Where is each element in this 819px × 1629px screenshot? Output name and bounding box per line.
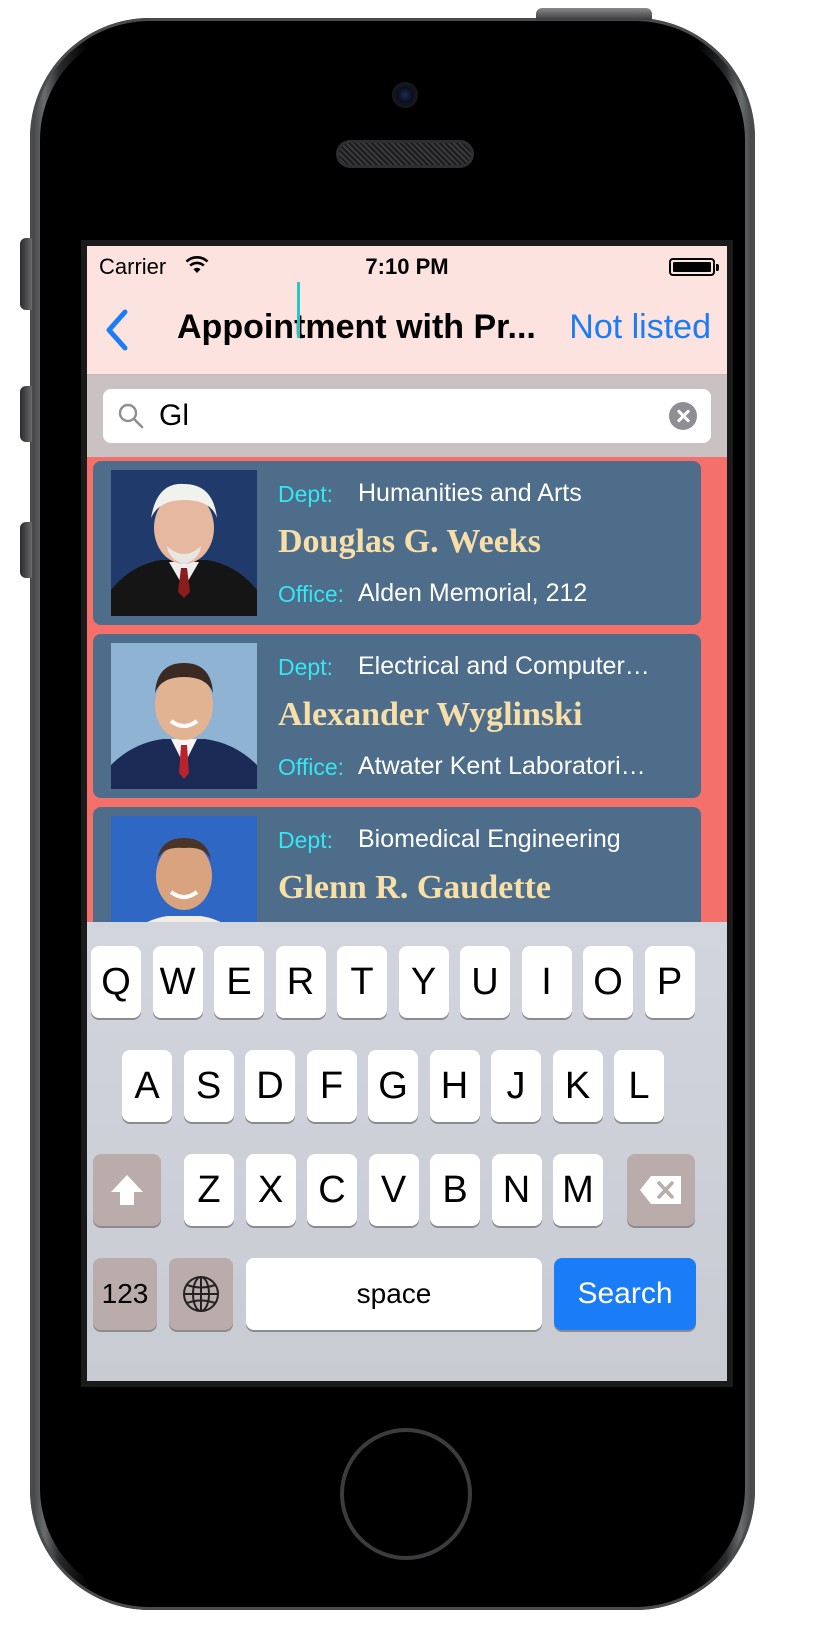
key-w[interactable]: W — [152, 946, 203, 1018]
dept-label: Dept: — [278, 481, 333, 507]
avatar — [111, 470, 257, 616]
key-k[interactable]: K — [552, 1050, 603, 1122]
status-bar: Carrier 7:10 PM — [87, 246, 727, 286]
home-button[interactable] — [340, 1428, 472, 1560]
dept-label: Dept: — [278, 654, 333, 680]
search-key[interactable]: Search — [554, 1258, 696, 1330]
mute-switch — [20, 238, 32, 310]
delete-key[interactable] — [627, 1154, 695, 1226]
numbers-key[interactable]: 123 — [93, 1258, 157, 1330]
power-button — [536, 8, 652, 20]
key-d[interactable]: D — [245, 1050, 295, 1122]
search-bar: Gl — [87, 375, 727, 457]
key-i[interactable]: I — [521, 946, 572, 1018]
navigation-bar: Appointment with Pr... Not listed — [87, 282, 727, 375]
key-e[interactable]: E — [214, 946, 264, 1018]
office-value: Alden Memorial, 212 — [358, 579, 588, 607]
professor-name: Glenn R. Gaudette — [278, 869, 551, 906]
key-r[interactable]: R — [275, 946, 326, 1018]
list-item[interactable]: Dept: Humanities and Arts Douglas G. Wee… — [93, 461, 701, 625]
page-title: Appointment with Pr... — [177, 308, 536, 346]
dept-value: Humanities and Arts — [358, 479, 582, 507]
screen: Carrier 7:10 PM Appointment with Pr... N… — [81, 240, 733, 1387]
list-item[interactable]: Dept: Electrical and Computer… Alexander… — [93, 634, 701, 798]
globe-icon — [183, 1276, 219, 1312]
professor-name: Alexander Wyglinski — [278, 696, 583, 733]
shift-icon — [111, 1175, 143, 1205]
speaker-grille — [336, 140, 474, 168]
back-chevron-icon[interactable] — [101, 308, 133, 352]
key-h[interactable]: H — [429, 1050, 480, 1122]
search-icon — [118, 403, 144, 429]
shift-key[interactable] — [93, 1154, 161, 1226]
key-v[interactable]: V — [368, 1154, 419, 1226]
search-query: Gl — [159, 399, 189, 432]
key-p[interactable]: P — [644, 946, 695, 1018]
key-c[interactable]: C — [307, 1154, 357, 1226]
key-y[interactable]: Y — [398, 946, 449, 1018]
search-input[interactable]: Gl — [103, 389, 711, 443]
text-cursor — [297, 282, 300, 338]
space-key[interactable]: space — [246, 1258, 542, 1330]
volume-down-button — [20, 522, 32, 578]
camera-icon — [392, 82, 418, 108]
key-b[interactable]: B — [430, 1154, 480, 1226]
office-label: Office: — [278, 581, 345, 607]
key-o[interactable]: O — [583, 946, 633, 1018]
globe-key[interactable] — [169, 1258, 233, 1330]
key-q[interactable]: Q — [91, 946, 141, 1018]
avatar — [111, 643, 257, 789]
key-l[interactable]: L — [614, 1050, 664, 1122]
backspace-icon — [640, 1176, 681, 1204]
key-x[interactable]: X — [245, 1154, 296, 1226]
professor-name: Douglas G. Weeks — [278, 523, 541, 560]
key-u[interactable]: U — [460, 946, 510, 1018]
key-g[interactable]: G — [368, 1050, 418, 1122]
clear-search-icon[interactable] — [669, 402, 697, 430]
key-m[interactable]: M — [553, 1154, 603, 1226]
not-listed-button[interactable]: Not listed — [569, 308, 711, 347]
keyboard: QWERTYUIOP ASDFGHJKL ZXCVBNM 123 space S… — [87, 922, 727, 1381]
key-a[interactable]: A — [122, 1050, 172, 1122]
key-z[interactable]: Z — [184, 1154, 234, 1226]
dept-label: Dept: — [278, 827, 333, 853]
key-s[interactable]: S — [183, 1050, 234, 1122]
volume-up-button — [20, 386, 32, 442]
battery-icon — [669, 258, 719, 276]
key-t[interactable]: T — [337, 946, 387, 1018]
office-value: Atwater Kent Laboratori… — [358, 752, 646, 780]
status-time: 7:10 PM — [365, 254, 449, 279]
dept-value: Electrical and Computer… — [358, 652, 650, 680]
key-n[interactable]: N — [491, 1154, 542, 1226]
key-j[interactable]: J — [491, 1050, 541, 1122]
office-label: Office: — [278, 754, 345, 780]
key-f[interactable]: F — [306, 1050, 357, 1122]
dept-value: Biomedical Engineering — [358, 825, 621, 853]
